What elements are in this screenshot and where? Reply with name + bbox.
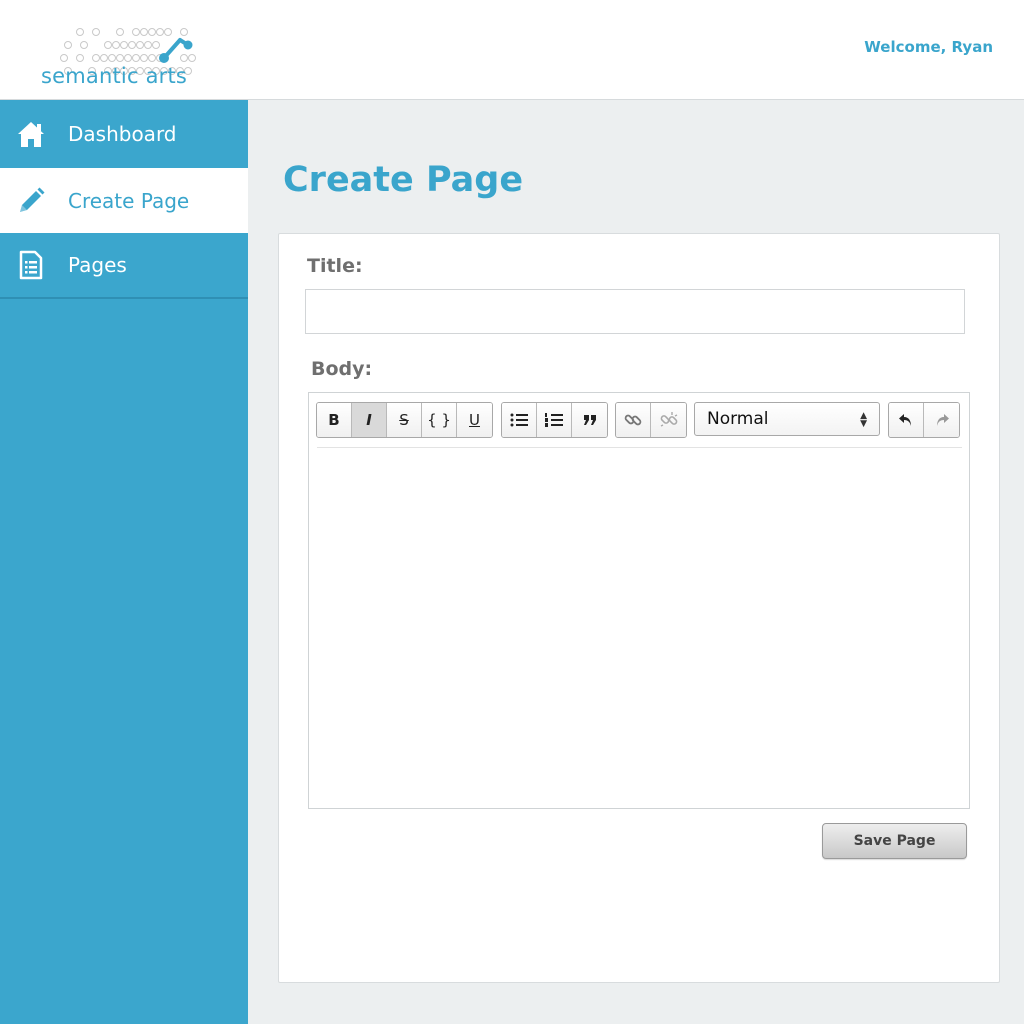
blockquote-button[interactable] [572, 403, 607, 437]
toolbar-divider [317, 447, 962, 448]
create-page-form: Title: Body: B I S { } U Normal ▲ ▼ Save… [278, 233, 1000, 983]
link-icon [624, 414, 642, 426]
heading-select[interactable]: Normal ▲ ▼ [694, 402, 880, 436]
underline-glyph: U [469, 411, 480, 429]
sidebar-item-create-page[interactable]: Create Page [0, 168, 248, 233]
bullet-list-icon [510, 413, 528, 427]
brand-name: semantic arts [41, 64, 188, 88]
strikethrough-glyph: S [399, 411, 409, 429]
select-arrows-icon: ▲ ▼ [860, 411, 867, 429]
undo-button[interactable] [889, 403, 924, 437]
body-label: Body: [311, 358, 373, 380]
pencil-icon [16, 186, 46, 216]
strikethrough-button[interactable]: S [387, 403, 422, 437]
editor-toolbar: B I S { } U Normal ▲ ▼ [316, 402, 962, 438]
unlink-icon [660, 412, 677, 427]
redo-button[interactable] [924, 403, 959, 437]
sidebar-item-pages[interactable]: Pages [0, 233, 248, 297]
sidebar-item-label: Create Page [68, 188, 190, 213]
heading-select-value: Normal [707, 409, 769, 429]
code-button[interactable]: { } [422, 403, 457, 437]
sidebar-item-label: Pages [68, 253, 127, 277]
bullet-list-button[interactable] [502, 403, 537, 437]
italic-glyph: I [366, 411, 372, 429]
bold-button[interactable]: B [317, 403, 352, 437]
page-title: Create Page [283, 160, 524, 200]
undo-icon [899, 414, 911, 426]
document-icon [16, 250, 46, 280]
bold-glyph: B [328, 411, 340, 429]
block-button-group [501, 402, 608, 438]
redo-icon [936, 414, 949, 426]
home-icon [16, 119, 46, 149]
link-button[interactable] [616, 403, 651, 437]
blockquote-icon [583, 415, 596, 425]
sidebar-item-label: Dashboard [68, 122, 177, 146]
rich-text-editor: B I S { } U Normal ▲ ▼ [308, 392, 970, 809]
code-glyph: { } [427, 411, 451, 429]
save-page-button[interactable]: Save Page [822, 823, 967, 859]
editor-content-area[interactable] [317, 451, 962, 801]
title-label: Title: [307, 255, 363, 277]
sidebar: Dashboard Create Page Pages [0, 100, 248, 1024]
sidebar-divider [0, 297, 248, 299]
title-input[interactable] [305, 289, 965, 334]
numbered-list-button[interactable] [537, 403, 572, 437]
italic-button[interactable]: I [352, 403, 387, 437]
format-button-group: B I S { } U [316, 402, 493, 438]
unlink-button[interactable] [651, 403, 686, 437]
link-button-group [615, 402, 687, 438]
app-header: semantic arts Welcome, Ryan [0, 0, 1024, 100]
numbered-list-icon [545, 413, 563, 427]
sidebar-item-dashboard[interactable]: Dashboard [0, 100, 248, 168]
welcome-message: Welcome, Ryan [864, 38, 993, 56]
history-button-group [888, 402, 960, 438]
underline-button[interactable]: U [457, 403, 492, 437]
